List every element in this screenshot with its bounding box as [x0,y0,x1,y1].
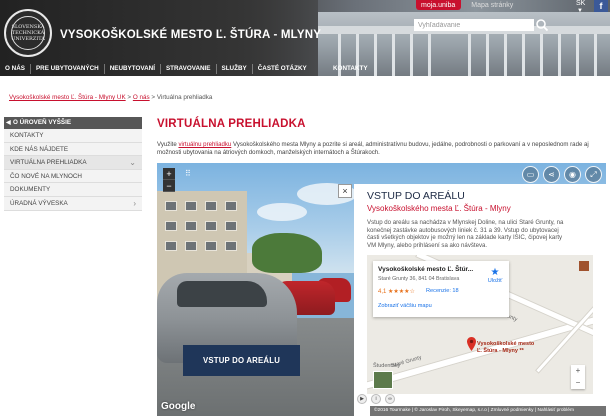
play-icon[interactable]: ▶ [357,394,367,404]
university-seal-logo[interactable]: SLOVENSKÁ TECHNICKÁ UNIVERZITA [4,9,52,57]
virtual-tour-viewer[interactable]: + − ⠿ ▭ ⋖ ◉ ⤢ VSTUP DO AREÁLU Google VST… [157,163,606,416]
info-panel: VSTUP DO AREÁLU Vysokoškolského mesta Ľ.… [338,184,606,416]
sidebar-item-label: ÚRADNÁ VÝVESKA [10,199,68,207]
nav-stravovanie[interactable]: STRAVOVANIE [161,64,217,74]
map-zoom-out-button[interactable]: − [571,377,585,389]
search-icon[interactable] [535,18,549,32]
place-name: Vysokoškolské mesto Ľ. Štúr... [378,266,474,273]
star-icon: ★ [490,267,500,278]
search-input[interactable] [414,19,534,31]
sidebar-item-dokumenty[interactable]: DOKUMENTY [4,183,142,197]
larger-map-link[interactable]: Zobraziť väčšiu mapu [378,303,432,309]
sidebar-item-label: KDE NÁS NÁJDETE [10,145,69,153]
breadcrumb-o-nas-link[interactable]: O nás [133,94,150,101]
zoom-out-button[interactable]: − [163,180,175,192]
logo-seal-text: SLOVENSKÁ TECHNICKÁ UNIVERZITA [11,16,45,50]
virtual-tour-link[interactable]: virtuálnu prehliadku [178,141,231,148]
panel-description: Vstup do areálu sa nachádza v Mlynskej D… [367,219,564,249]
sidebar-back-button[interactable]: ◀ O ÚROVEŇ VYŠŠIE [4,117,142,129]
place-card: Vysokoškolské mesto Ľ. Štúr... Staré Gru… [373,261,509,317]
nav-kontakty[interactable]: KONTAKTY [328,64,373,74]
pin-label-line: Vysokoškolské mesto [477,341,535,347]
breadcrumb-separator: > [151,94,156,101]
map-image-thumb[interactable] [579,261,589,271]
zoom-in-button[interactable]: + [163,168,175,180]
sitemap-link[interactable]: Mapa stránky [467,0,517,10]
map-place-label: Študentský [373,363,401,369]
place-address: Staré Grunty 36, 841 04 Bratislava [378,276,460,282]
place-rating: 4,1 [378,289,387,295]
viewer-zoom-control: + − [163,168,175,192]
nav-o-nas[interactable]: O NÁS [0,64,31,74]
main-nav: O NÁS PRE UBYTOVANÝCH NEUBYTOVANÍ STRAVO… [0,62,350,76]
google-logo: Google [161,401,196,412]
pin-label-line: Ľ. Štúra - Mlyny ** [477,347,524,354]
reviews-link[interactable]: Recenzie: 18 [426,288,459,294]
intro-text: Využite virtuálnu prehliadku Vysokoškols… [157,141,606,157]
sidebar-item-label: DOKUMENTY [10,186,51,194]
breadcrumb-home-link[interactable]: Vysokoškolské mesto Ľ. Štúra - Mlyny UK [9,94,126,101]
moja-uniba-link[interactable]: moja.uniba [416,0,462,10]
grid-icon[interactable]: ⠿ [185,169,191,178]
sidebar-item-label: ČO NOVÉ NA MLYNOCH [10,172,82,180]
chevron-down-icon: ⌄ [129,158,136,168]
language-switch[interactable]: SK [576,0,585,7]
page-title: VIRTUÁLNA PREHLIADKA [157,118,306,130]
site-title[interactable]: VYSOKOŠKOLSKÉ MESTO Ľ. ŠTÚRA - MLYNY [60,29,321,41]
chevron-down-icon: ▼ [577,8,583,14]
chevron-right-icon: › [133,198,136,208]
pin-label: Vysokoškolské mesto Ľ. Štúra - Mlyny ** [477,341,534,354]
sidebar-item-kde-nas-najdete[interactable]: KDE NÁS NÁJDETE [4,142,142,157]
breadcrumb-separator: > [127,94,132,101]
info-icon[interactable]: i [371,394,381,404]
sidebar-item-co-nove[interactable]: ČO NOVÉ NA MLYNOCH [4,169,142,184]
sidebar-item-virtualna-prehliadka[interactable]: VIRTUÁLNA PREHLIADKA ⌄ [4,156,142,170]
location-pin-icon[interactable]: ◉ [564,166,581,183]
breadcrumb: Vysokoškolské mesto Ľ. Štúra - Mlyny UK … [9,94,212,101]
share-icon[interactable]: ⋖ [543,166,560,183]
chevron-left-icon: ◀ [6,120,11,126]
nav-pre-ubytovanych[interactable]: PRE UBYTOVANÝCH [31,64,105,74]
link-icon[interactable]: ∞ [385,394,395,404]
sidebar-back-label: O ÚROVEŇ VYŠŠIE [13,119,72,126]
panel-title: VSTUP DO AREÁLU [367,190,465,202]
intro-pre: Využite [157,141,179,148]
site-header: SLOVENSKÁ TECHNICKÁ UNIVERZITA VYSOKOŠKO… [0,0,610,76]
close-button[interactable]: × [338,184,352,198]
fullscreen-icon[interactable]: ⤢ [585,166,602,183]
save-label: Uložiť [487,278,503,284]
facebook-icon[interactable]: f [594,0,608,12]
map-zoom-control: + − [571,365,585,389]
enter-campus-button[interactable]: VSTUP DO AREÁLU [183,345,300,376]
map-pin-icon[interactable] [467,337,476,351]
sidebar-item-label: KONTAKTY [10,132,44,139]
vr-icon[interactable]: ▭ [522,166,539,183]
sidebar-item-kontakty[interactable]: KONTAKTY [4,129,142,143]
nav-sluzby[interactable]: SLUŽBY [217,64,253,74]
streetview-thumb[interactable] [373,371,393,389]
sidebar-item-label: VIRTUÁLNA PREHLIADKA [10,159,87,167]
embedded-map[interactable]: Staré Grunty Staré Grunty Študentský Vys… [367,255,593,394]
map-zoom-in-button[interactable]: + [571,365,585,377]
viewer-credits[interactable]: ©2016 Tourmake | © Jaroslav Piroh, Skeye… [370,406,606,416]
rating-stars-icon: ★★★★☆ [388,289,415,295]
sidebar-item-uradna-vyveska[interactable]: ÚRADNÁ VÝVESKA › [4,196,142,211]
save-place-button[interactable]: ★ Uložiť [483,267,507,284]
panel-subtitle: Vysokoškolského mesta Ľ. Štúra - Mlyny [367,204,511,213]
nav-neubytovani[interactable]: NEUBYTOVANÍ [105,64,161,74]
breadcrumb-current: Virtuálna prehliadka [156,94,213,101]
nav-caste-otazky[interactable]: ČASTÉ OTÁZKY [253,64,312,74]
sidebar: ◀ O ÚROVEŇ VYŠŠIE KONTAKTY KDE NÁS NÁJDE… [4,117,142,211]
